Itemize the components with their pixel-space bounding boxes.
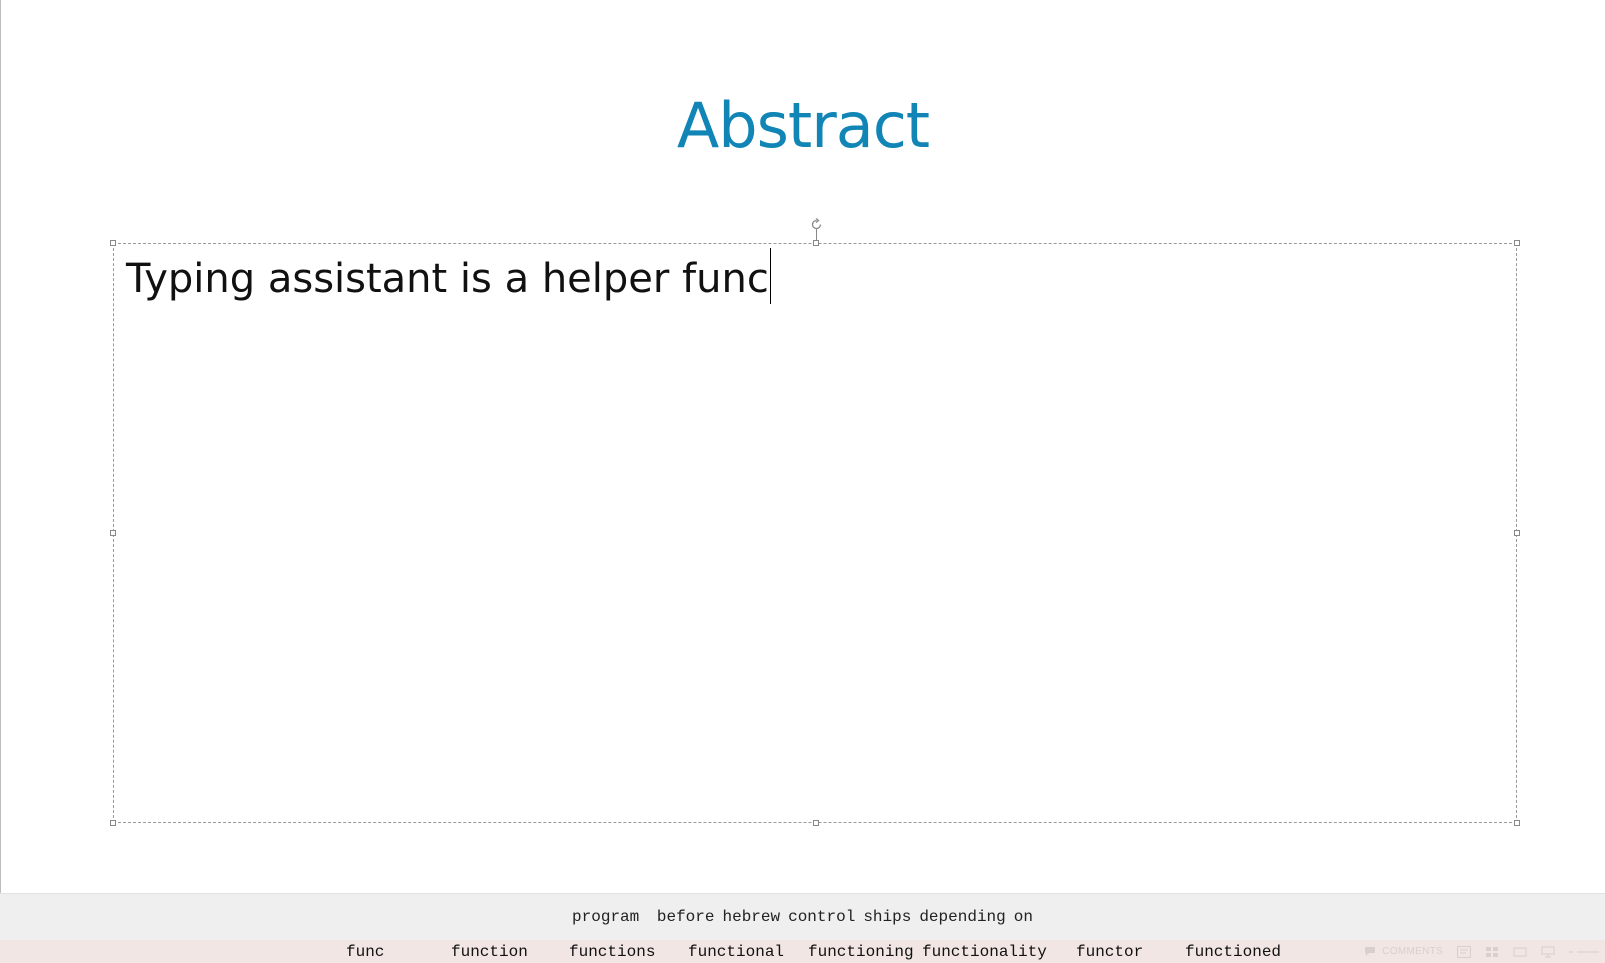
slide-canvas[interactable]: Abstract Typing assistant is a helper fu… (1, 0, 1605, 893)
next-word-suggestion[interactable]: depending (919, 908, 1005, 926)
text-cursor (769, 248, 772, 304)
resize-handle-bottom-right[interactable] (1514, 820, 1520, 826)
resize-handle-top-right[interactable] (1514, 240, 1520, 246)
completion-suggestion[interactable]: functor (1076, 943, 1143, 961)
next-word-suggestion[interactable]: ships (863, 908, 911, 926)
completion-suggestion[interactable]: functioned (1185, 943, 1281, 961)
completion-suggestion[interactable]: function (451, 943, 528, 961)
slideshow-icon[interactable] (1541, 946, 1555, 958)
powerpoint-window: Abstract Typing assistant is a helper fu… (0, 0, 1605, 963)
comment-icon (1364, 946, 1378, 958)
comments-label: COMMENTS (1382, 946, 1443, 957)
reading-view-icon[interactable] (1513, 946, 1527, 958)
completion-suggestion[interactable]: functioning (808, 943, 914, 961)
slide-title[interactable]: Abstract (1, 90, 1605, 162)
completion-suggestion[interactable]: functional (688, 943, 784, 961)
notes-icon[interactable] (1457, 945, 1471, 958)
completion-suggestion[interactable]: functionality (922, 943, 1047, 961)
next-word-suggestion[interactable]: before (657, 908, 715, 926)
status-bar-right: COMMENTS (1364, 940, 1605, 963)
resize-handle-bottom-left[interactable] (110, 820, 116, 826)
resize-handle-bottom[interactable] (813, 820, 819, 826)
next-word-suggestion[interactable]: on (1014, 908, 1033, 926)
resize-handle-top[interactable] (813, 240, 819, 246)
next-word-prediction-bar: program before hebrew control ships dependin… (0, 893, 1605, 940)
resize-handle-top-left[interactable] (110, 240, 116, 246)
next-word-suggestion[interactable]: hebrew (722, 908, 780, 926)
resize-handle-right[interactable] (1514, 530, 1520, 536)
slide-sorter-icon[interactable] (1485, 946, 1499, 958)
next-word-list: program before hebrew control ships dependin… (0, 908, 1605, 926)
body-text: Typing assistant is a helper func (126, 256, 769, 302)
word-completion-bar: func function functions functional funct… (0, 940, 1605, 963)
completion-suggestion[interactable]: func (346, 943, 384, 961)
content-placeholder[interactable]: Typing assistant is a helper func (113, 243, 1517, 823)
rotate-handle-icon[interactable] (809, 217, 824, 232)
next-word-suggestion[interactable]: program (572, 908, 639, 926)
zoom-slider-icon[interactable] (1569, 946, 1599, 958)
completion-suggestion[interactable]: functions (569, 943, 655, 961)
comments-button[interactable]: COMMENTS (1364, 946, 1443, 958)
next-word-suggestion[interactable]: control (788, 908, 855, 926)
body-text-line[interactable]: Typing assistant is a helper func (126, 248, 772, 305)
resize-handle-left[interactable] (110, 530, 116, 536)
